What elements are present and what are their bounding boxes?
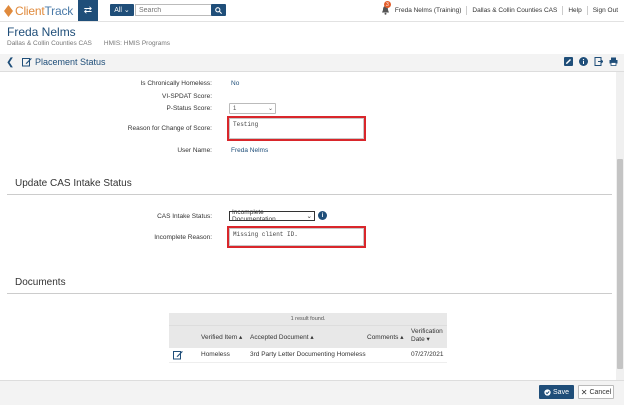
search-icon	[215, 6, 222, 14]
table-header: Verified Item ▴ Accepted Document ▴ Comm…	[169, 325, 447, 348]
logo-text-client: Client	[15, 4, 45, 18]
scrollbar[interactable]	[616, 72, 624, 380]
logo-mark-icon	[4, 5, 13, 17]
cell-verification-date: 07/27/2021	[411, 351, 444, 358]
col-accepted-document[interactable]: Accepted Document ▴	[250, 333, 314, 341]
client-context: Dallas & Collin Counties CAS HMIS: HMIS …	[7, 40, 170, 47]
form-footer: Save ✕ Cancel	[0, 380, 624, 405]
table-row: Homeless 3rd Party Letter Documenting Ho…	[169, 348, 447, 363]
intake-section-title: Update CAS Intake Status	[15, 178, 132, 189]
edit-icon	[22, 58, 32, 67]
section-divider	[7, 194, 612, 195]
intake-status-label: CAS Intake Status:	[157, 213, 212, 220]
scrollbar-thumb[interactable]	[617, 159, 623, 369]
nav-divider	[562, 5, 564, 15]
sort-up-icon: ▴	[400, 334, 404, 341]
user-menu[interactable]: Freda Nelms (Training)	[395, 7, 462, 14]
edit-form-icon[interactable]	[564, 57, 573, 66]
user-name-label: User Name:	[177, 147, 212, 154]
cancel-button[interactable]: ✕ Cancel	[578, 385, 614, 399]
cell-accepted-document: 3rd Party Letter Documenting Homeless	[250, 351, 366, 358]
intake-status-select[interactable]: Incomplete Documentation ⌄	[229, 209, 315, 223]
user-nav: 3 Freda Nelms (Training) Dallas & Collin…	[381, 1, 618, 15]
client-header: Freda Nelms Dallas & Collin Counties CAS…	[0, 22, 624, 55]
cancel-label: Cancel	[589, 388, 612, 396]
col-verification-date[interactable]: Verification Date ▾	[411, 328, 443, 344]
chronic-value: No	[231, 80, 240, 87]
nav-divider	[466, 5, 468, 15]
logo-text-track: Track	[44, 4, 74, 18]
nav-divider	[586, 5, 588, 15]
intake-status-value: Incomplete Documentation	[232, 209, 276, 223]
row-edit-icon[interactable]	[173, 350, 183, 362]
search-input[interactable]	[135, 4, 217, 16]
sort-up-icon: ▴	[310, 334, 314, 341]
result-count: 1 result found.	[169, 313, 447, 325]
client-org: Dallas & Collin Counties CAS	[7, 40, 92, 47]
search-scope-label: All	[114, 6, 122, 14]
check-icon	[544, 388, 551, 396]
toolbar-actions	[564, 57, 618, 66]
top-bar: ClientTrack ⇄ All ⌄ 3 Freda Nelms (Train…	[0, 0, 624, 22]
col-comments[interactable]: Comments ▴	[367, 333, 404, 341]
close-icon: ✕	[580, 387, 588, 397]
pstatus-select[interactable]: 1 ⌄	[229, 103, 276, 114]
intake-info-icon[interactable]: i	[318, 211, 327, 220]
back-icon[interactable]: ❮	[6, 57, 14, 68]
sort-up-icon: ▴	[238, 334, 243, 341]
save-button[interactable]: Save	[539, 385, 574, 399]
incomplete-reason-highlight	[227, 226, 366, 248]
chronic-label: Is Chronically Homeless:	[140, 80, 212, 87]
user-name-value: Freda Nelms	[231, 147, 269, 154]
reason-highlight	[227, 116, 366, 141]
page-toolbar: ❮ Placement Status	[0, 54, 624, 72]
save-label: Save	[553, 388, 569, 396]
info-icon[interactable]	[579, 57, 588, 66]
org-switcher[interactable]: Dallas & Collin Counties CAS	[472, 7, 557, 14]
chevron-down-icon: ⌄	[267, 106, 273, 112]
page-title: Placement Status	[35, 57, 106, 67]
bell-icon[interactable]: 3	[381, 1, 391, 15]
switch-icon[interactable]: ⇄	[78, 0, 98, 21]
sort-down-icon: ▾	[426, 336, 430, 343]
col-verified-item[interactable]: Verified Item ▴	[201, 333, 242, 341]
client-name[interactable]: Freda Nelms	[7, 25, 76, 39]
documents-section-title: Documents	[15, 277, 66, 288]
search-scope-dropdown[interactable]: All ⌄	[110, 4, 134, 16]
search-button[interactable]	[211, 4, 226, 16]
documents-table: 1 result found. Verified Item ▴ Accepted…	[169, 313, 447, 363]
client-program: HMIS: HMIS Programs	[103, 40, 170, 47]
pstatus-label: P-Status Score:	[166, 105, 212, 112]
export-icon[interactable]	[594, 57, 604, 66]
cell-verified-item: Homeless	[201, 351, 230, 358]
help-link[interactable]: Help	[568, 7, 581, 14]
print-icon[interactable]	[609, 57, 618, 66]
pstatus-value: 1	[233, 105, 237, 112]
clienttrack-logo[interactable]: ClientTrack	[4, 3, 73, 19]
notification-badge: 3	[383, 1, 391, 8]
reason-label: Reason for Change of Score:	[127, 125, 212, 132]
main-content: Is Chronically Homeless: No VI-SPDAT Sco…	[0, 72, 616, 380]
sign-out-link[interactable]: Sign Out	[593, 7, 618, 14]
chevron-down-icon: ⌄	[306, 213, 312, 220]
vispdat-label: VI-SPDAT Score:	[162, 93, 212, 100]
section-divider	[7, 293, 612, 294]
incomplete-reason-label: Incomplete Reason:	[154, 234, 212, 241]
